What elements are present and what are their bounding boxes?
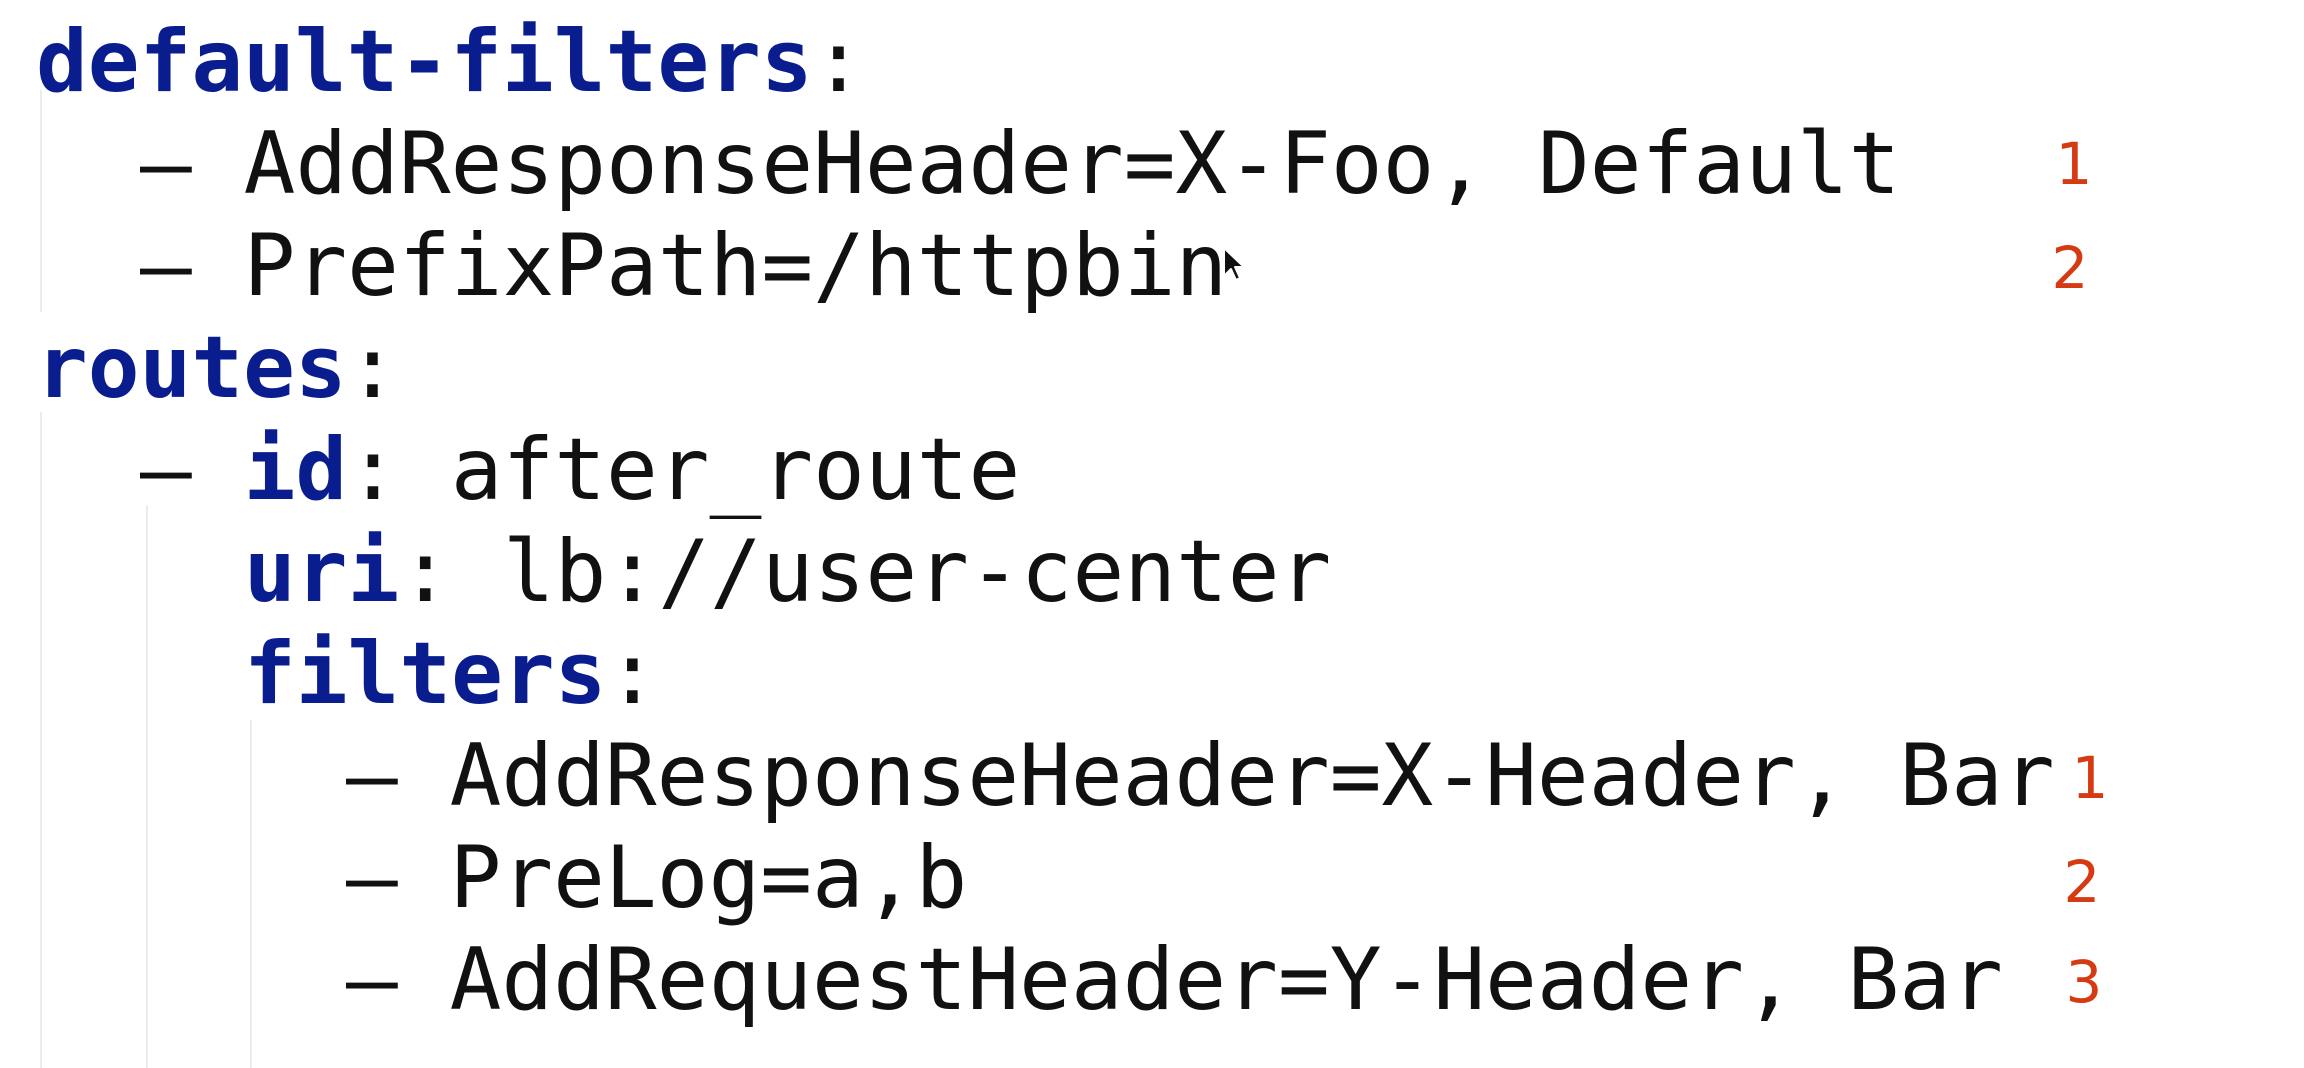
code-line-route-filter-3[interactable]: – AddRequestHeader=Y-Header, Bar (346, 930, 2003, 1030)
yaml-colon: : (346, 318, 399, 418)
yaml-key: filters (244, 624, 607, 724)
list-dash: – (346, 726, 398, 826)
order-marker-route-filter-1: 1 (2071, 744, 2109, 812)
yaml-value: AddResponseHeader=X-Header, Bar (449, 726, 2055, 826)
yaml-colon: : (399, 522, 452, 622)
order-marker-default-filter-2: 2 (2051, 234, 2089, 302)
code-line-route-uri[interactable]: uri: lb://user-center (244, 522, 1331, 622)
code-line-route-filter-2[interactable]: – PreLog=a,b (346, 828, 967, 928)
mouse-pointer-icon (1223, 247, 1245, 281)
yaml-key: id (243, 420, 348, 520)
code-line-default-filters[interactable]: default-filters: (36, 12, 864, 112)
yaml-value: AddRequestHeader=Y-Header, Bar (449, 930, 2003, 1030)
list-dash: – (346, 828, 398, 928)
code-line-route-filter-1[interactable]: – AddResponseHeader=X-Header, Bar (346, 726, 2055, 826)
yaml-key: routes (36, 318, 347, 418)
code-line-route-id[interactable]: – id: after_route (140, 420, 1020, 520)
indent-guide (40, 90, 42, 312)
code-line-default-filter-1[interactable]: – AddResponseHeader=X-Foo, Default (140, 114, 1900, 214)
yaml-key: default-filters (36, 12, 813, 112)
yaml-key: uri (244, 522, 400, 622)
indent-guide (40, 412, 42, 1068)
yaml-value: PrefixPath=/httpbin (243, 216, 1228, 316)
yaml-value: AddResponseHeader=X-Foo, Default (243, 114, 1901, 214)
code-line-route-filters[interactable]: filters: (244, 624, 658, 724)
yaml-colon: : (606, 624, 659, 724)
code-line-routes[interactable]: routes: (36, 318, 398, 418)
order-marker-route-filter-2: 2 (2063, 848, 2101, 916)
list-dash: – (140, 216, 192, 316)
list-dash: – (346, 930, 398, 1030)
list-dash: – (140, 114, 192, 214)
yaml-value: after_route (450, 420, 1021, 520)
list-dash: – (140, 420, 192, 520)
order-marker-route-filter-3: 3 (2065, 948, 2103, 1016)
indent-guide (250, 720, 252, 1068)
yaml-value: PreLog=a,b (449, 828, 968, 928)
code-line-default-filter-2[interactable]: – PrefixPath=/httpbin (140, 216, 1227, 316)
order-marker-default-filter-1: 1 (2055, 130, 2093, 198)
yaml-value: lb://user-center (502, 522, 1332, 622)
yaml-colon: : (812, 12, 865, 112)
code-editor[interactable]: default-filters: – AddResponseHeader=X-F… (0, 0, 2304, 1068)
indent-guide (146, 505, 148, 1068)
yaml-colon: : (347, 420, 399, 520)
